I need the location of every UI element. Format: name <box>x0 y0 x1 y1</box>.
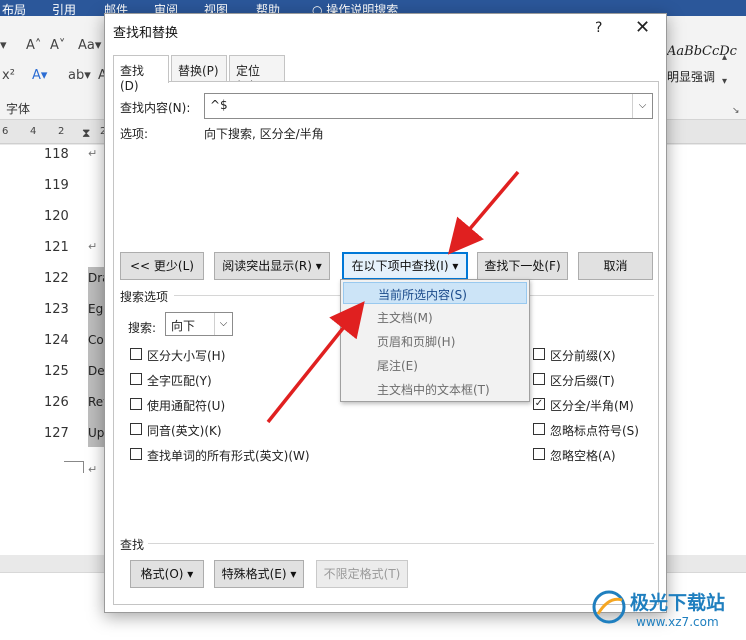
highlighted-text: Ego <box>88 298 104 329</box>
page-corner-mark <box>64 461 84 473</box>
checkbox-box[interactable] <box>533 423 545 435</box>
highlighted-text-run: Up <box>88 426 104 440</box>
checkbox-label: 同音(英文)(K) <box>147 424 222 438</box>
highlighted-text: De <box>88 360 104 391</box>
paragraph-mark: ↵ <box>88 240 98 253</box>
highlighted-text-run: Co <box>88 333 104 347</box>
ruler-tick: 2 <box>58 126 65 137</box>
line-number: 118 <box>44 147 69 162</box>
style-name[interactable]: 明显强调 <box>667 68 715 85</box>
highlighted-text-run: Ego <box>88 302 104 316</box>
search-direction-label: 搜索: <box>128 321 157 335</box>
ruler-tick: 6 <box>2 126 9 137</box>
checkbox-label: 忽略标点符号(S) <box>550 424 639 438</box>
dialog-tabs: 查找(D) 替换(P) 定位(G) <box>113 55 659 93</box>
checkbox-box[interactable] <box>533 448 545 460</box>
menu-item-headers-footers[interactable]: 页眉和页脚(H) <box>343 330 527 352</box>
find-in-menu: 当前所选内容(S) 主文档(M) 页眉和页脚(H) 尾注(E) 主文档中的文本框… <box>340 279 530 402</box>
menu-item-main-textboxes[interactable]: 主文档中的文本框(T) <box>343 378 527 400</box>
line-number: 127 <box>44 426 69 441</box>
menu-item-endnotes[interactable]: 尾注(E) <box>343 354 527 376</box>
special-button[interactable]: 特殊格式(E) ▾ <box>214 560 304 588</box>
tab-find[interactable]: 查找(D) <box>113 55 169 93</box>
paragraph-mark: ↵ <box>88 463 98 476</box>
checkbox-box[interactable] <box>130 423 142 435</box>
options-label: 选项: <box>120 127 149 141</box>
checkbox-label: 使用通配符(U) <box>147 399 226 413</box>
dialog-launcher-icon[interactable]: ↘ <box>732 106 740 116</box>
find-next-button[interactable]: 查找下一处(F) <box>477 252 568 280</box>
highlighted-text: Rev <box>88 391 104 422</box>
checkbox-label: 区分前缀(X) <box>550 349 616 363</box>
search-options-title: 搜索选项 <box>120 290 169 304</box>
find-what-value: ^$ <box>210 98 228 112</box>
checkbox-box[interactable] <box>130 373 142 385</box>
line-number: 125 <box>44 364 69 379</box>
checkbox-label: 查找单词的所有形式(英文)(W) <box>147 449 310 463</box>
checkbox-box[interactable] <box>130 398 142 410</box>
checkbox-box[interactable] <box>130 448 142 460</box>
checkbox-label: 忽略空格(A) <box>550 449 616 463</box>
change-case-icon[interactable]: Aa▾ <box>78 38 101 53</box>
search-direction-value: 向下 <box>171 319 196 333</box>
dialog-title: 查找和替换 <box>113 26 179 41</box>
grow-font-icon[interactable]: A˄ <box>26 38 41 53</box>
format-button[interactable]: 格式(O) ▾ <box>130 560 204 588</box>
line-number: 126 <box>44 395 69 410</box>
indent-marker-icon[interactable]: ⧗ <box>82 126 90 141</box>
line-number: 119 <box>44 178 69 193</box>
checkbox-box[interactable] <box>533 348 545 360</box>
no-formatting-button: 不限定格式(T) <box>316 560 408 588</box>
highlighted-text: Dra <box>88 267 104 298</box>
tab-goto[interactable]: 定位(G) <box>229 55 285 93</box>
highlighted-text: Up <box>88 422 104 447</box>
styles-more-icon[interactable]: ▾ <box>722 76 727 87</box>
highlighted-text-run: Rev <box>88 395 104 409</box>
checkbox-label: 区分大小写(H) <box>147 349 226 363</box>
watermark-title: 极光下载站 <box>630 592 726 614</box>
reading-highlight-button[interactable]: 阅读突出显示(R) ▾ <box>214 252 330 280</box>
find-what-input[interactable]: ^$ ⌵ <box>204 93 653 119</box>
menu-item-main-document[interactable]: 主文档(M) <box>343 306 527 328</box>
line-number: 120 <box>44 209 69 224</box>
tab-replace[interactable]: 替换(P) <box>171 55 227 82</box>
font-size-dropdown[interactable]: ▾ <box>0 38 7 53</box>
find-in-button[interactable]: 在以下项中查找(I) ▾ <box>342 252 468 280</box>
line-number: 124 <box>44 333 69 348</box>
line-number: 122 <box>44 271 69 286</box>
checkbox-label: 区分后缀(T) <box>550 374 615 388</box>
highlighted-text: Co <box>88 329 104 360</box>
checkbox-label: 全字匹配(Y) <box>147 374 212 388</box>
checkbox-box[interactable]: ✓ <box>533 398 545 410</box>
checkbox-label: 区分全/半角(M) <box>550 399 634 413</box>
paragraph-mark: ↵ <box>88 147 98 160</box>
watermark-url: www.xz7.com <box>636 615 719 629</box>
highlighted-text-run: De <box>88 364 104 378</box>
highlighted-text-run: Dra <box>88 271 104 285</box>
less-button[interactable]: << 更少(L) <box>120 252 204 280</box>
styles-scroll-up-icon[interactable]: ▴ <box>722 52 727 63</box>
text-effects-icon[interactable]: A▾ <box>32 68 47 83</box>
divider <box>148 543 654 544</box>
watermark-logo-icon <box>592 590 626 624</box>
ruler-tick: 4 <box>30 126 37 137</box>
menu-item-current-selection[interactable]: 当前所选内容(S) <box>343 282 527 304</box>
highlight-icon[interactable]: ab▾ <box>68 68 91 83</box>
font-group-label: 字体 <box>6 102 31 116</box>
shrink-font-icon[interactable]: A˅ <box>50 38 65 53</box>
find-what-label: 查找内容(N): <box>120 101 191 115</box>
line-number: 123 <box>44 302 69 317</box>
close-icon[interactable]: ✕ <box>635 17 650 38</box>
line-number: 121 <box>44 240 69 255</box>
chevron-down-icon[interactable]: ⌵ <box>632 94 652 118</box>
search-direction-select[interactable]: 向下 ⌵ <box>165 312 233 336</box>
chevron-down-icon[interactable]: ⌵ <box>214 313 232 335</box>
superscript-icon[interactable]: x² <box>2 68 15 83</box>
help-button[interactable]: ? <box>595 20 602 36</box>
cancel-button[interactable]: 取消 <box>578 252 653 280</box>
checkbox-box[interactable] <box>533 373 545 385</box>
checkbox-box[interactable] <box>130 348 142 360</box>
find-section-title: 查找 <box>120 538 145 552</box>
options-value: 向下搜索, 区分全/半角 <box>204 127 324 141</box>
